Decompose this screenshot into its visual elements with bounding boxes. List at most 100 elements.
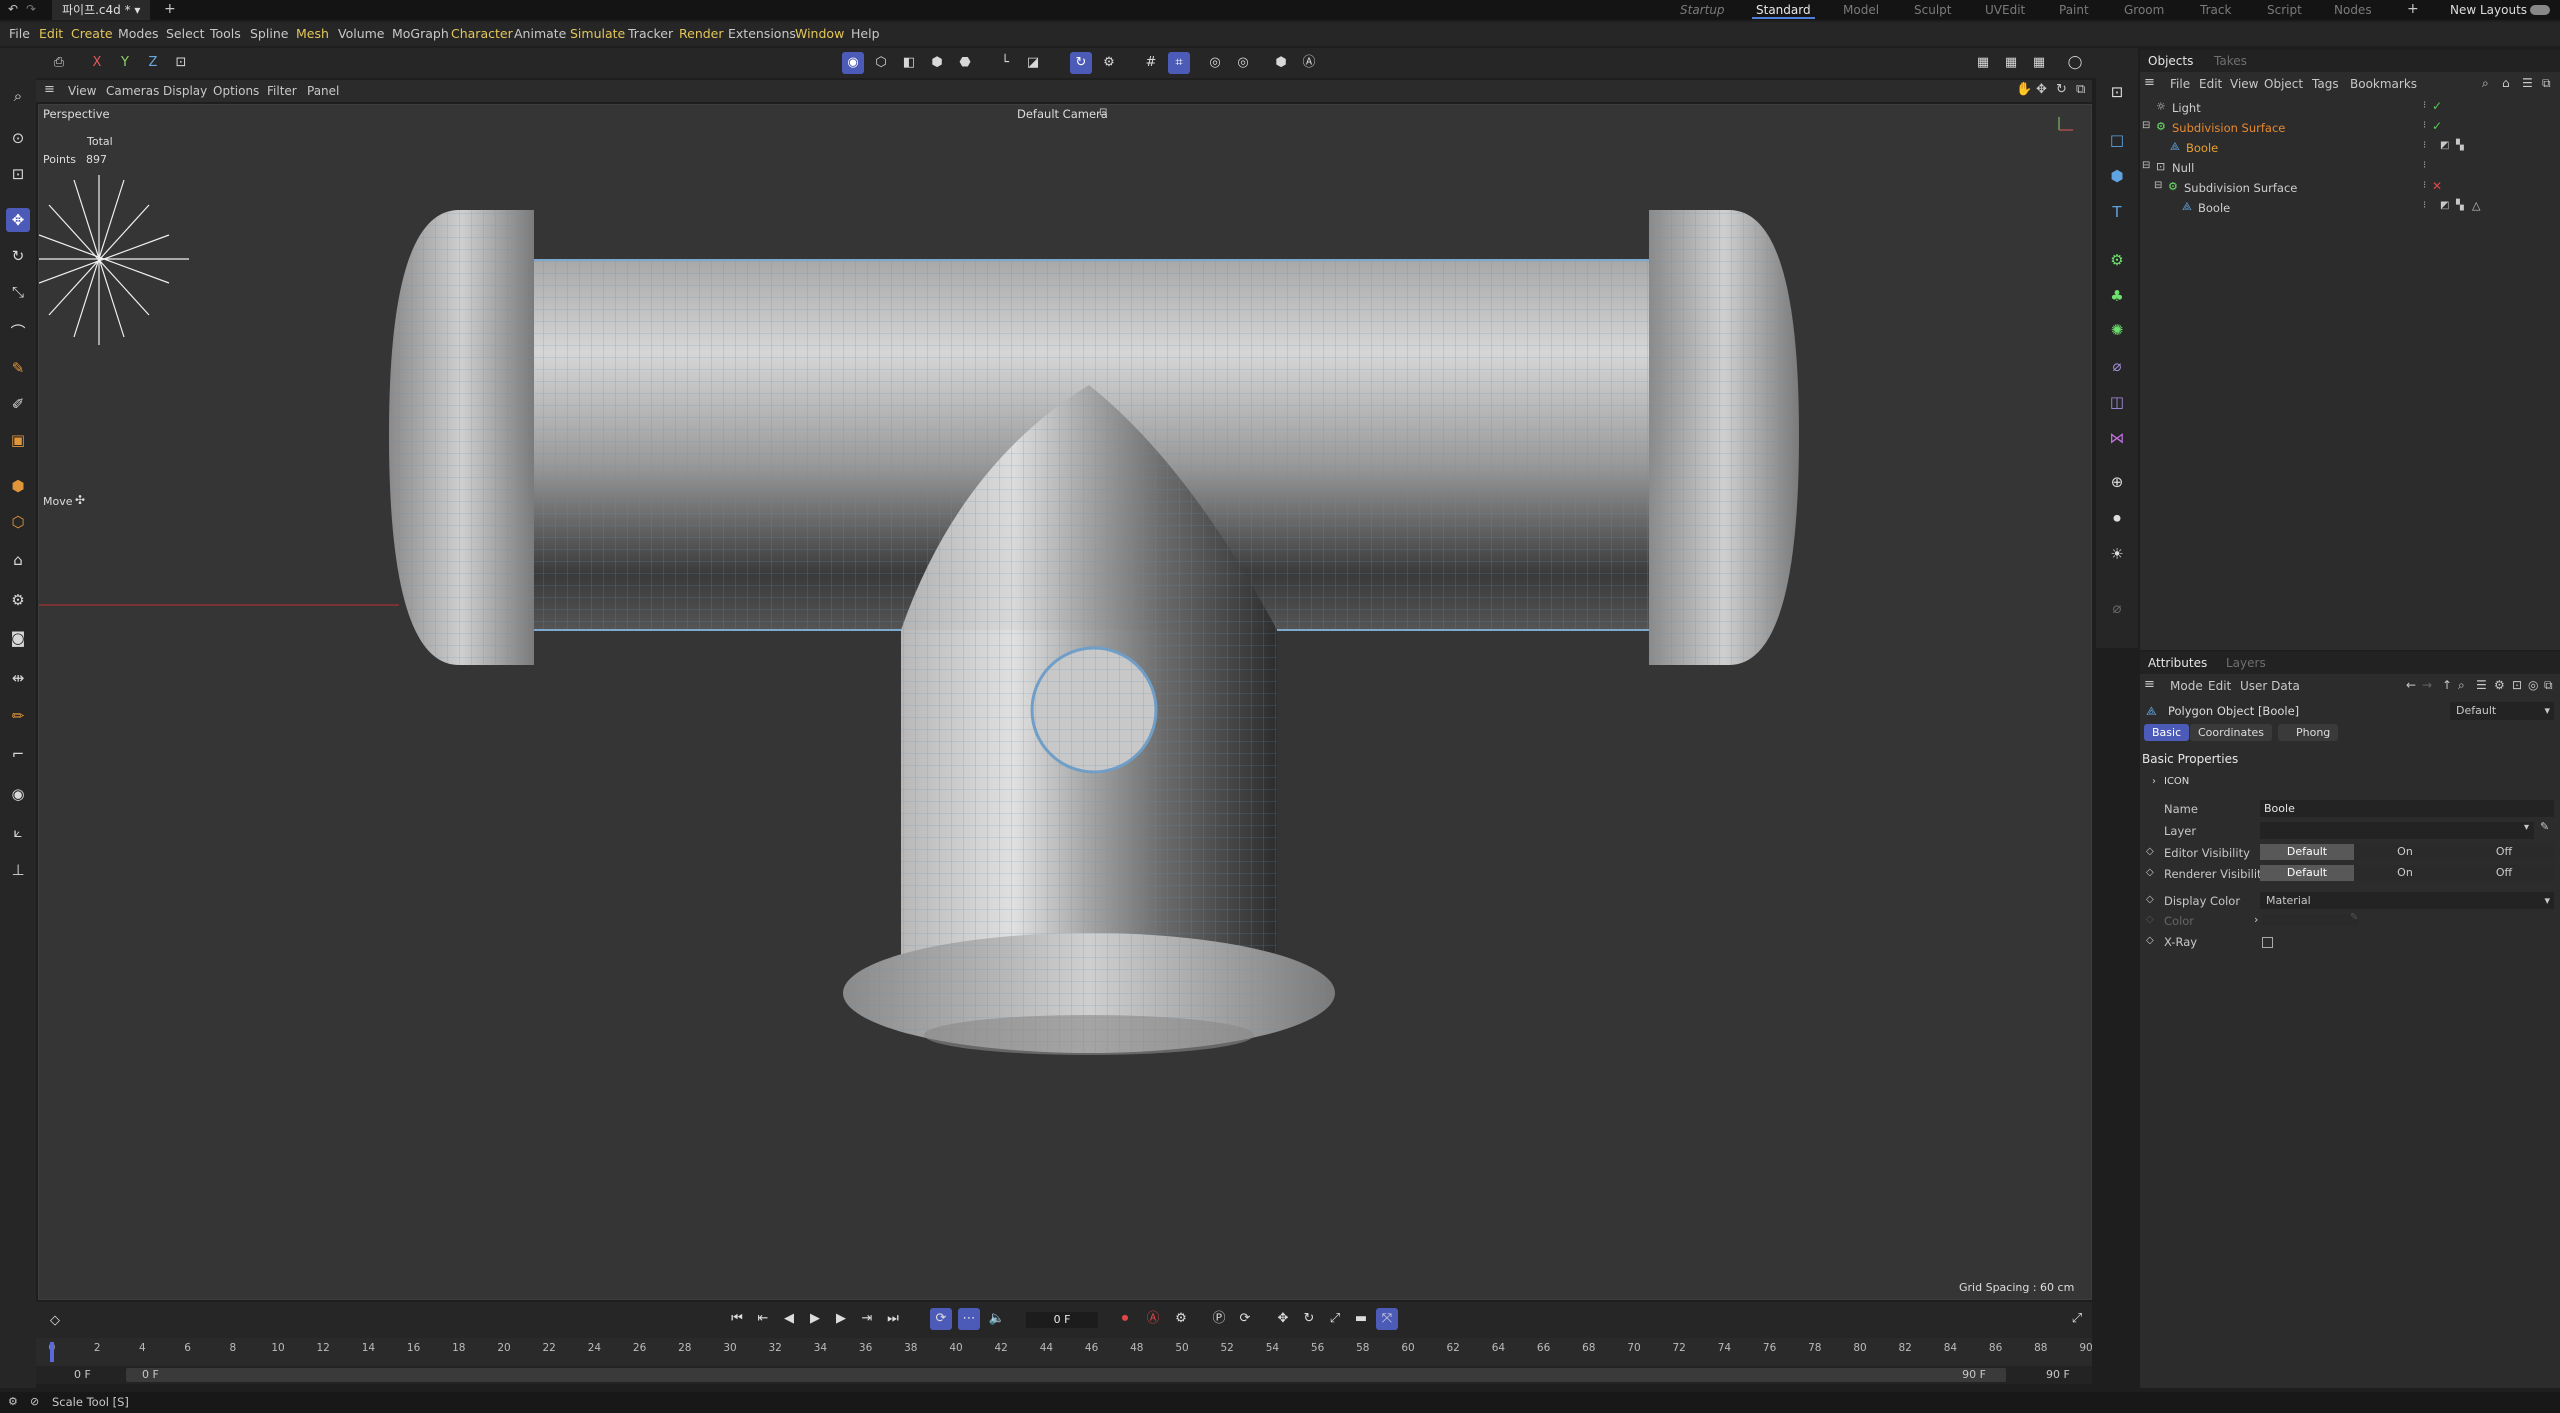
- bevel-icon[interactable]: ◙: [6, 626, 30, 650]
- scale-tool-icon[interactable]: ⤡: [6, 280, 30, 304]
- ai-icon[interactable]: Ⓐ: [1298, 52, 1320, 74]
- material-tag-icon[interactable]: ▚: [2456, 140, 2464, 151]
- editor-visibility-default[interactable]: Default: [2260, 844, 2354, 860]
- mirror-icon[interactable]: ⇹: [6, 666, 30, 690]
- next-key-icon[interactable]: ⇥: [856, 1308, 878, 1330]
- model-mode-icon[interactable]: ◉: [842, 52, 864, 74]
- chevron-down-icon[interactable]: ▾: [2524, 822, 2529, 833]
- sound-icon[interactable]: 🔈: [986, 1308, 1008, 1330]
- attr-filter-icon[interactable]: ☰: [2476, 678, 2487, 692]
- object-row-boole-2[interactable]: ⟁ Boole ⁝ ◩ ▚ △: [2140, 198, 2560, 218]
- menu-edit[interactable]: Edit: [39, 26, 63, 41]
- icon-group-label[interactable]: ICON: [2164, 776, 2189, 787]
- layout-track[interactable]: Track: [2200, 0, 2231, 20]
- object-row-boole-1[interactable]: ⟁ Boole ⁝ ◩ ▚: [2140, 138, 2560, 158]
- timeline-expand-icon[interactable]: ⤢: [2066, 1308, 2088, 1330]
- pan-icon[interactable]: ✋: [2016, 82, 2032, 97]
- keyframe-selection-icon[interactable]: ⚙: [1170, 1308, 1192, 1330]
- tab-takes[interactable]: Takes: [2214, 54, 2247, 68]
- tweak-icon[interactable]: ⌐: [6, 742, 30, 766]
- keyframe-diamond-icon[interactable]: ◇: [2146, 935, 2154, 946]
- go-to-start-icon[interactable]: ⏮: [726, 1308, 748, 1330]
- tab-attributes[interactable]: Attributes: [2148, 656, 2207, 670]
- renderer-visibility-off[interactable]: Off: [2456, 865, 2552, 881]
- generator-icon[interactable]: ⚙: [2105, 248, 2129, 272]
- dolly-icon[interactable]: ✥: [2036, 82, 2047, 97]
- edges-mode-icon[interactable]: ◧: [898, 52, 920, 74]
- phong-tag-icon[interactable]: ◩: [2440, 140, 2449, 151]
- menu-mesh[interactable]: Mesh: [296, 26, 329, 41]
- keyframe-add-icon[interactable]: ◇: [44, 1310, 66, 1332]
- camera-tool-icon[interactable]: ◉: [6, 782, 30, 806]
- visibility-dots-icon[interactable]: ⁝: [2423, 140, 2426, 151]
- timeline-ruler[interactable]: 0246810121416182022242628303234363840424…: [36, 1338, 2093, 1366]
- undo-view-icon[interactable]: ⎙: [48, 52, 70, 74]
- objects-menu-bookmarks[interactable]: Bookmarks: [2350, 77, 2417, 91]
- loop-icon[interactable]: ⟳: [930, 1308, 952, 1330]
- render-settings-icon[interactable]: ▦: [2028, 52, 2050, 74]
- key-rotate-icon[interactable]: ↻: [1298, 1308, 1320, 1330]
- undo-icon[interactable]: ↶: [8, 2, 18, 16]
- name-field[interactable]: Boole: [2260, 800, 2554, 817]
- key-param-icon[interactable]: ▬: [1350, 1308, 1372, 1330]
- disabled-x-icon[interactable]: ✕: [2432, 179, 2442, 193]
- visibility-dots-icon[interactable]: ⁝: [2423, 120, 2426, 131]
- menu-tracker[interactable]: Tracker: [628, 26, 673, 41]
- menu-mograph[interactable]: MoGraph: [392, 26, 449, 41]
- rotate-view-icon[interactable]: ↻: [2056, 82, 2067, 97]
- layout-uvedit[interactable]: UVEdit: [1985, 0, 2025, 20]
- search-icon[interactable]: ⌕: [6, 84, 30, 108]
- object-row-light[interactable]: ☼ Light ⁝ ✓: [2140, 98, 2560, 118]
- objects-menu-icon[interactable]: ≡: [2144, 75, 2155, 90]
- measure-icon[interactable]: ⟀: [6, 820, 30, 844]
- attr-expand-icon[interactable]: ⧉: [2544, 678, 2553, 693]
- toggle-icon[interactable]: [2530, 5, 2550, 15]
- enabled-check-icon[interactable]: ✓: [2432, 99, 2442, 113]
- tab-objects[interactable]: Objects: [2148, 54, 2193, 68]
- viewport-menu-view[interactable]: View: [68, 84, 96, 98]
- uv-mode-icon[interactable]: ⬣: [954, 52, 976, 74]
- menu-modes[interactable]: Modes: [118, 26, 159, 41]
- range-slider[interactable]: 0 F 90 F: [126, 1368, 2006, 1382]
- objects-home-icon[interactable]: ⌂: [2502, 76, 2510, 90]
- renderer-visibility-on[interactable]: On: [2358, 865, 2452, 881]
- objects-search-icon[interactable]: ⌕: [2482, 76, 2489, 91]
- key-move-icon[interactable]: ✥: [1272, 1308, 1294, 1330]
- menu-window[interactable]: Window: [795, 26, 844, 41]
- solo-icon[interactable]: ◪: [1022, 52, 1044, 74]
- extrude-icon[interactable]: ⬡: [6, 510, 30, 534]
- visibility-dots-icon[interactable]: ⁝: [2423, 100, 2426, 111]
- spline-pen-icon[interactable]: ⌒: [6, 320, 30, 344]
- keyframe-diamond-icon[interactable]: ◇: [2146, 867, 2154, 878]
- menu-volume[interactable]: Volume: [338, 26, 385, 41]
- attr-target-icon[interactable]: ◎: [2528, 678, 2538, 692]
- primitive-icon[interactable]: ⬢: [6, 474, 30, 498]
- key-rotation-icon[interactable]: ⟳: [1234, 1308, 1256, 1330]
- layer-field[interactable]: [2260, 822, 2534, 839]
- layout-nodes[interactable]: Nodes: [2334, 0, 2372, 20]
- visibility-dots-icon[interactable]: ⁝: [2423, 200, 2426, 211]
- viewport-menu-cameras[interactable]: Cameras: [106, 84, 159, 98]
- prev-key-icon[interactable]: ⇤: [752, 1308, 774, 1330]
- field-icon[interactable]: ◫: [2105, 390, 2129, 414]
- display-color-dropdown[interactable]: Material ▾: [2260, 892, 2554, 909]
- menu-extensions[interactable]: Extensions: [728, 26, 796, 41]
- layout-paint[interactable]: Paint: [2059, 0, 2089, 20]
- go-to-end-icon[interactable]: ⏭: [882, 1308, 904, 1330]
- cube-object-icon[interactable]: ▣: [6, 428, 30, 452]
- layout-model[interactable]: Model: [1843, 0, 1879, 20]
- layout-script[interactable]: Script: [2267, 0, 2302, 20]
- preview-range-icon[interactable]: ⋯: [958, 1308, 980, 1330]
- 3d-viewport[interactable]: Perspective Default Camera ⊡ Total Point…: [38, 104, 2092, 1300]
- range-end-field[interactable]: 90 F: [2046, 1368, 2070, 1381]
- tab-coordinates[interactable]: Coordinates: [2190, 724, 2273, 741]
- workplane-icon[interactable]: ⌗: [1168, 52, 1190, 74]
- redo-icon[interactable]: ↷: [26, 2, 36, 16]
- viewport-menu-options[interactable]: Options: [213, 84, 259, 98]
- back-icon[interactable]: ←: [2406, 678, 2416, 692]
- objects-filter-icon[interactable]: ☰: [2522, 76, 2533, 90]
- axis-z-toggle[interactable]: Z: [142, 52, 164, 74]
- camera-icon[interactable]: ⏺: [2105, 506, 2129, 530]
- points-mode-icon[interactable]: ⬡: [870, 52, 892, 74]
- phong-tag-icon[interactable]: ◩: [2440, 200, 2449, 211]
